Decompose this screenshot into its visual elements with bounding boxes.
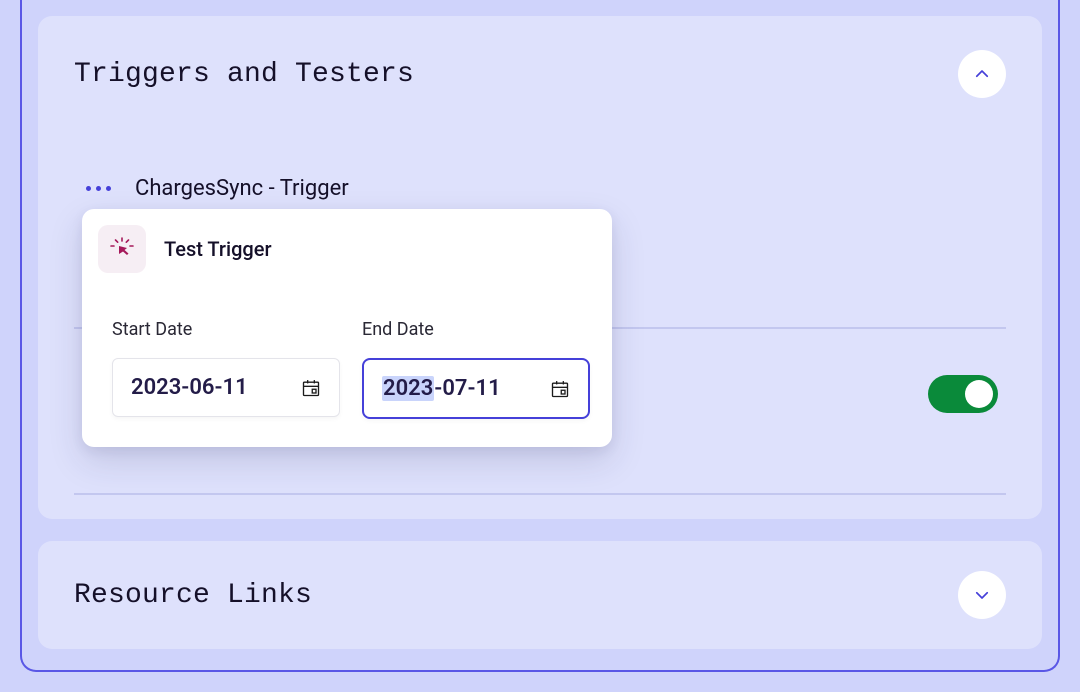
calendar-icon bbox=[550, 379, 570, 399]
trigger-name: ChargesSync - Trigger bbox=[135, 176, 349, 201]
chevron-up-icon bbox=[973, 65, 991, 83]
divider bbox=[74, 493, 1006, 495]
section-header: Resource Links bbox=[74, 571, 1006, 619]
popup-header: Test Trigger bbox=[98, 225, 586, 273]
section-title: Resource Links bbox=[74, 580, 312, 611]
trigger-enable-toggle[interactable] bbox=[928, 375, 998, 413]
date-fields: Start Date 2023-06-11 End Date 2023-07-1… bbox=[98, 319, 586, 419]
section-title: Triggers and Testers bbox=[74, 59, 414, 90]
more-options-icon[interactable] bbox=[86, 186, 111, 191]
popup-title: Test Trigger bbox=[164, 237, 272, 261]
end-date-label: End Date bbox=[362, 319, 590, 340]
toggle-knob bbox=[965, 380, 993, 408]
end-date-col: End Date 2023-07-11 bbox=[362, 319, 590, 419]
section-resource-links: Resource Links bbox=[38, 541, 1042, 649]
test-trigger-popup: Test Trigger Start Date 2023-06-11 E bbox=[82, 209, 612, 447]
end-date-input[interactable]: 2023-07-11 bbox=[362, 358, 590, 419]
trigger-row: ChargesSync - Trigger bbox=[74, 176, 1006, 201]
start-date-col: Start Date 2023-06-11 bbox=[112, 319, 340, 419]
expand-button[interactable] bbox=[958, 571, 1006, 619]
chevron-down-icon bbox=[973, 586, 991, 604]
end-date-value: 2023-07-11 bbox=[382, 376, 501, 401]
start-date-label: Start Date bbox=[112, 319, 340, 340]
collapse-button[interactable] bbox=[958, 50, 1006, 98]
start-date-value: 2023-06-11 bbox=[131, 375, 248, 400]
test-trigger-icon bbox=[98, 225, 146, 273]
calendar-icon bbox=[301, 378, 321, 398]
section-header: Triggers and Testers bbox=[74, 50, 1006, 98]
start-date-input[interactable]: 2023-06-11 bbox=[112, 358, 340, 417]
